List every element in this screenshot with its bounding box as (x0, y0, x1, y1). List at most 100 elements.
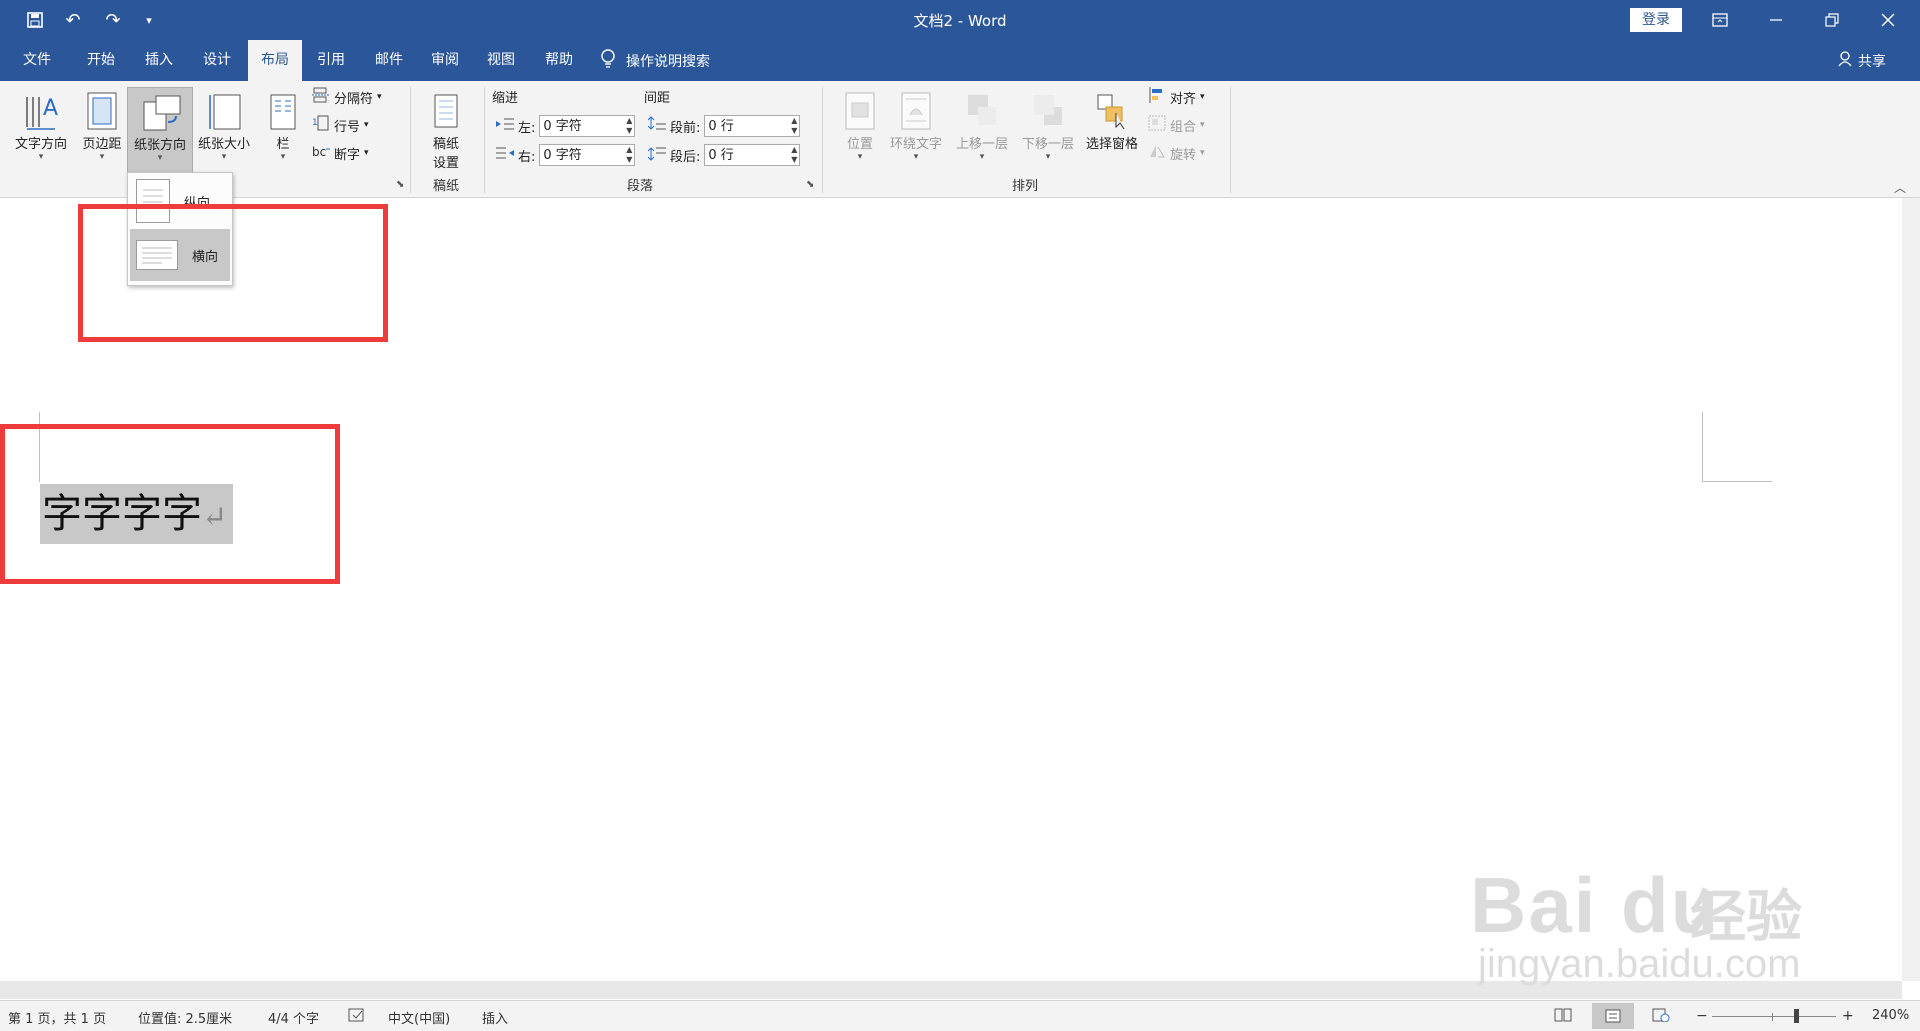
manuscript-label-1: 稿纸 (432, 137, 459, 152)
group-objects-button[interactable]: 组合 ▾ (1148, 113, 1205, 137)
spacing-before-field[interactable]: 0 行 ▲ ▼ (704, 115, 801, 137)
read-mode-icon[interactable] (1554, 1008, 1572, 1026)
web-layout-icon[interactable] (1652, 1008, 1670, 1026)
collapse-ribbon-icon[interactable]: ︿ (1894, 179, 1906, 196)
tab-design[interactable]: 设计 (194, 40, 240, 81)
chevron-down-icon: ▾ (221, 152, 227, 162)
zoom-level[interactable]: 240% (1872, 1008, 1909, 1023)
zoom-in-icon[interactable]: + (1842, 1008, 1854, 1024)
size-label: 纸张大小 (197, 137, 250, 152)
hyphenation-button[interactable]: bc 断字 ▾ (312, 141, 369, 165)
indent-left-field[interactable]: 0 字符 ▲ ▼ (539, 115, 636, 137)
position-value[interactable]: 位置值: 2.5厘米 (138, 1008, 232, 1027)
text-direction-button[interactable]: A 文字方向 ▾ (8, 87, 74, 173)
baidu-watermark: Bai du 经验 jingyan.baidu.com (1470, 820, 1830, 990)
spacing-title: 间距 (644, 90, 671, 106)
sign-in-button[interactable]: 登录 (1630, 8, 1682, 32)
margin-corner-right (1702, 412, 1703, 482)
indent-right-field[interactable]: 0 字符 ▲ ▼ (539, 144, 636, 166)
position-label: 位置 (846, 137, 873, 152)
spinner-arrows-icon[interactable]: ▲ ▼ (791, 116, 797, 136)
align-button[interactable]: 对齐 ▾ (1148, 85, 1205, 109)
page-count[interactable]: 第 1 页，共 1 页 (8, 1008, 106, 1027)
watermark-cn: 经验 (1690, 885, 1802, 950)
proofing-icon[interactable] (348, 1008, 366, 1026)
spinner-arrows-icon[interactable]: ▲ ▼ (626, 145, 632, 165)
group-separator (410, 87, 411, 193)
spacing-before-icon (647, 116, 666, 136)
breaks-label: 分隔符 (334, 91, 374, 107)
indent-right-label: 右: (518, 149, 536, 165)
svg-text:bc: bc (312, 145, 326, 159)
bring-forward-button[interactable]: 上移一层 ▾ (950, 87, 1014, 173)
spacing-after-field[interactable]: 0 行 ▲ ▼ (704, 144, 801, 166)
tell-me-search[interactable]: 操作说明搜索 (600, 40, 710, 81)
wrap-text-button[interactable]: 环绕文字 ▾ (884, 87, 948, 173)
columns-button[interactable]: 栏 ▾ (262, 87, 304, 173)
restore-icon[interactable] (1804, 0, 1860, 40)
columns-icon (265, 91, 301, 131)
chevron-down-icon: ▾ (1200, 120, 1205, 130)
chevron-down-icon: ▾ (1200, 148, 1205, 158)
indent-left-label: 左: (518, 120, 536, 136)
insert-mode[interactable]: 插入 (482, 1008, 508, 1027)
spacing-after-row: 段后: 0 行 ▲ ▼ (647, 143, 801, 167)
tab-home[interactable]: 开始 (78, 40, 124, 81)
line-numbers-icon: 1 (312, 115, 330, 135)
word-count[interactable]: 4/4 个字 (268, 1008, 319, 1027)
language[interactable]: 中文(中国) (388, 1008, 450, 1027)
svg-text:A: A (43, 96, 58, 121)
send-backward-button[interactable]: 下移一层 ▾ (1016, 87, 1080, 173)
zoom-slider[interactable] (1712, 1016, 1836, 1017)
wrap-text-label: 环绕文字 (889, 137, 942, 152)
margins-button[interactable]: 页边距 ▾ (76, 87, 128, 173)
spinner-arrows-icon[interactable]: ▲ ▼ (791, 145, 797, 165)
close-icon[interactable] (1860, 0, 1916, 40)
tab-references[interactable]: 引用 (308, 40, 354, 81)
share-button[interactable]: 共享 (1838, 40, 1886, 81)
manuscript-setup-button[interactable]: 稿纸 设置 (420, 87, 472, 173)
zoom-slider-thumb[interactable] (1794, 1009, 1799, 1023)
tab-insert[interactable]: 插入 (136, 40, 182, 81)
size-button[interactable]: 纸张大小 ▾ (192, 87, 256, 173)
rotate-button[interactable]: 旋转 ▾ (1148, 141, 1205, 165)
hyphenation-icon: bc (312, 143, 330, 163)
tab-layout[interactable]: 布局 (248, 40, 302, 81)
page-setup-launcher-icon[interactable]: ⬊ (396, 179, 404, 190)
ribbon-display-icon[interactable] (1692, 0, 1748, 40)
title-bar: ↶ ↷ ▾ 文档2 - Word 登录 (0, 0, 1920, 40)
tab-file[interactable]: 文件 (14, 40, 60, 81)
text-direction-label: 文字方向 (14, 137, 67, 152)
indent-title: 缩进 (492, 90, 519, 106)
send-backward-icon (1030, 91, 1066, 131)
tab-mailings[interactable]: 邮件 (366, 40, 412, 81)
bring-forward-icon (964, 91, 1000, 131)
paragraph-launcher-icon[interactable]: ⬊ (806, 179, 814, 190)
person-icon (1838, 50, 1854, 71)
selection-pane-button[interactable]: 选择窗格 (1080, 87, 1144, 173)
tab-help[interactable]: 帮助 (536, 40, 582, 81)
chevron-down-icon: ▾ (857, 152, 863, 162)
wrap-text-icon (898, 91, 934, 131)
chevron-down-icon: ▾ (979, 152, 985, 162)
watermark-url: jingyan.baidu.com (1478, 942, 1801, 986)
line-numbers-button[interactable]: 1 行号 ▾ (312, 113, 369, 137)
orientation-button[interactable]: 纸张方向 ▾ (127, 87, 193, 175)
page-size-icon (206, 91, 242, 131)
print-layout-icon[interactable] (1592, 1003, 1634, 1029)
chevron-down-icon: ▾ (364, 120, 369, 130)
watermark-brand: Bai du (1470, 861, 1721, 949)
spacing-after-icon (647, 145, 666, 165)
zoom-slider-mid-tick (1772, 1013, 1773, 1021)
indent-left-row: 左: 0 字符 ▲ ▼ (496, 114, 636, 138)
spinner-arrows-icon[interactable]: ▲ ▼ (626, 116, 632, 136)
breaks-button[interactable]: 分隔符 ▾ (312, 85, 382, 109)
position-button[interactable]: 位置 ▾ (836, 87, 884, 173)
tab-view[interactable]: 视图 (478, 40, 524, 81)
tab-review[interactable]: 审阅 (422, 40, 468, 81)
minimize-icon[interactable] (1748, 0, 1804, 40)
zoom-out-icon[interactable]: − (1696, 1008, 1708, 1024)
hyphenation-label: 断字 (334, 147, 361, 163)
highlight-box-menu (78, 204, 388, 342)
vertical-scrollbar[interactable] (1902, 198, 1920, 981)
